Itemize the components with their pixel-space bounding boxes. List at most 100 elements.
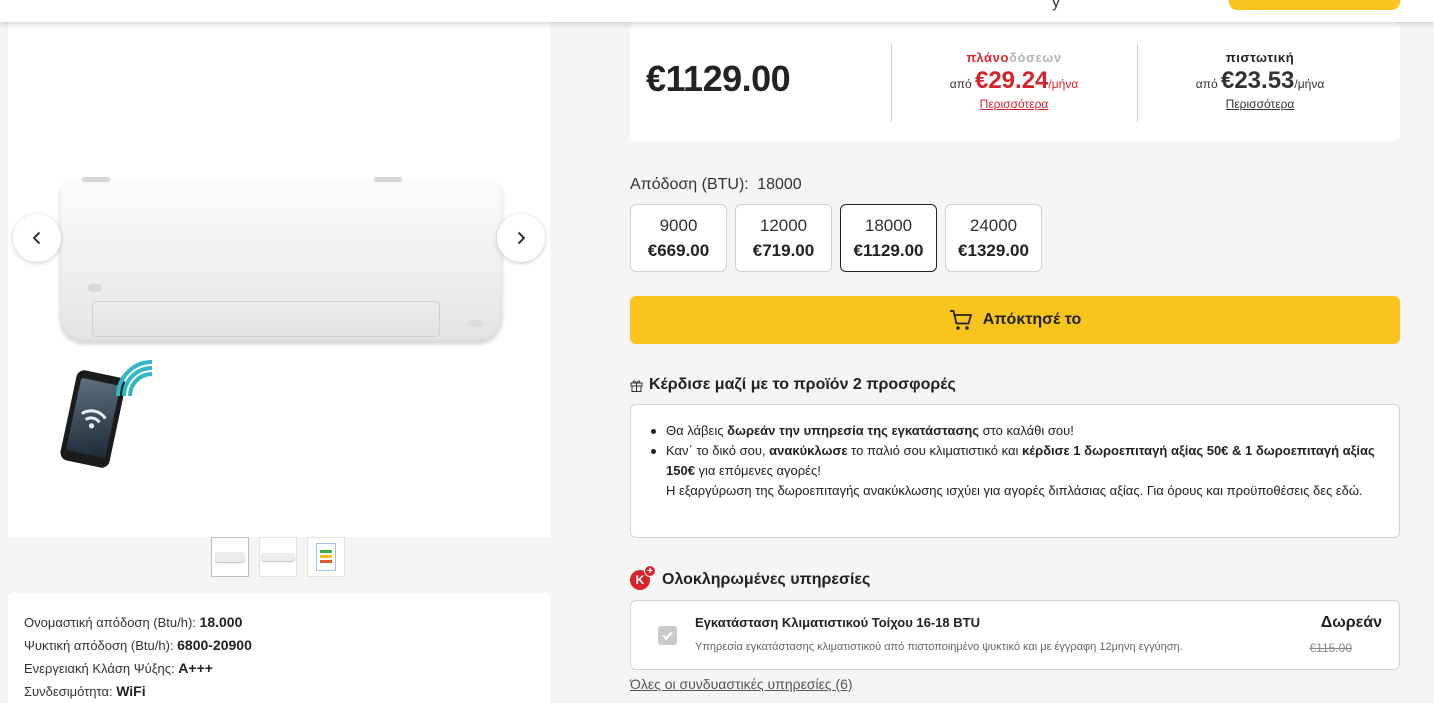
header-action-button[interactable] bbox=[1229, 0, 1400, 10]
btu-selector-label: Απόδοση (BTU): 18000 bbox=[630, 176, 802, 194]
variant-option-9000[interactable]: 9000 €669.00 bbox=[630, 204, 727, 272]
thumbnail-2[interactable] bbox=[259, 537, 297, 577]
ac-led bbox=[468, 320, 484, 327]
product-image bbox=[60, 177, 502, 342]
variant-option-18000[interactable]: 18000 €1129.00 bbox=[840, 204, 937, 272]
offer-bold-text: δωρεάν την υπηρεσία της εγκατάστασης bbox=[727, 423, 980, 438]
credit-card-title: πιστωτική bbox=[1225, 50, 1295, 65]
kotsovolos-plus-badge: K + bbox=[630, 565, 656, 590]
per-month-label: /μήνα bbox=[1294, 77, 1325, 91]
variant-btu: 24000 bbox=[969, 216, 1018, 235]
top-bar: y bbox=[0, 0, 1434, 22]
btu-label-text: Απόδοση (BTU): bbox=[630, 176, 749, 193]
price-box: €1129.00 πλάνοδόσεων από €29.24/μήνα Περ… bbox=[630, 22, 1400, 141]
badge-letter: K bbox=[635, 573, 645, 587]
thumbnail-energy-label bbox=[316, 543, 336, 571]
chevron-left-icon bbox=[32, 231, 41, 245]
divider bbox=[891, 44, 892, 122]
variant-btu: 12000 bbox=[759, 216, 808, 235]
ac-clip bbox=[374, 177, 402, 182]
credit-card-plan: πιστωτική από €23.53/μήνα Περισσότερα bbox=[1160, 50, 1360, 113]
wifi-icon bbox=[81, 409, 107, 429]
variant-price: €669.00 bbox=[647, 241, 710, 260]
offers-box: Θα λάβεις δωρεάν την υπηρεσία της εγκατά… bbox=[630, 404, 1400, 538]
spec-value: 6800-20900 bbox=[177, 637, 252, 653]
wifi-signal-icon bbox=[116, 360, 153, 397]
thumbnail-strip bbox=[211, 537, 345, 577]
spec-label: Ονομαστική απόδοση (Btu/h): bbox=[24, 615, 200, 630]
plano-amount: €29.24 bbox=[974, 67, 1049, 94]
credit-amount: €23.53 bbox=[1220, 67, 1295, 94]
thumbnail-ac-image bbox=[215, 552, 245, 562]
spec-row: Ενεργειακή Κλάση Ψύξης: A+++ bbox=[24, 657, 534, 680]
ac-vent bbox=[92, 301, 440, 337]
thumbnail-ac-image bbox=[261, 553, 295, 561]
spec-value: A+++ bbox=[178, 660, 213, 676]
credit-card-more-link[interactable]: Περισσότερα bbox=[1226, 97, 1295, 111]
from-label: από bbox=[949, 77, 975, 91]
spec-list: Ονομαστική απόδοση (Btu/h): 18.000 Ψυκτι… bbox=[8, 593, 550, 703]
variant-btu: 18000 bbox=[864, 216, 913, 235]
service-checkbox[interactable] bbox=[658, 626, 677, 645]
spec-label: Συνδεσιμότητα: bbox=[24, 684, 117, 699]
offer-text: Θα λάβεις bbox=[666, 423, 728, 438]
installment-plan-title: πλάνοδόσεων bbox=[914, 50, 1114, 65]
offer-text: το παλιό σου κλιματιστικό και bbox=[847, 443, 1022, 458]
checkmark-icon bbox=[662, 631, 673, 641]
spec-value: WiFi bbox=[116, 683, 146, 699]
chevron-right-icon bbox=[517, 231, 526, 245]
btu-variants: 9000 €669.00 12000 €719.00 18000 €1129.0… bbox=[630, 204, 1042, 272]
credit-card-amount: από €23.53/μήνα bbox=[1160, 67, 1360, 95]
offer-item: Καν΄ το δικό σου, ανακύκλωσε το παλιό σο… bbox=[651, 441, 1379, 481]
gallery-prev-button[interactable] bbox=[13, 214, 61, 262]
gift-icon bbox=[630, 380, 643, 392]
service-price: Δωρεάν bbox=[1320, 614, 1382, 631]
thumbnail-1[interactable] bbox=[211, 537, 249, 577]
product-gallery bbox=[8, 22, 550, 537]
badge-plus: + bbox=[644, 565, 656, 577]
variant-btu: 9000 bbox=[659, 216, 698, 235]
service-old-price: €115.00 bbox=[1309, 641, 1353, 655]
variant-option-12000[interactable]: 12000 €719.00 bbox=[735, 204, 832, 272]
divider bbox=[1137, 44, 1138, 122]
all-services-link[interactable]: Όλες οι συνδυαστικές υπηρεσίες (6) bbox=[630, 676, 853, 692]
header-fragment: y bbox=[1052, 0, 1060, 11]
add-to-cart-button[interactable]: Απόκτησέ το bbox=[630, 296, 1400, 344]
offer-text: στο καλάθι σου! bbox=[979, 423, 1074, 438]
spec-row: Ονομαστική απόδοση (Btu/h): 18.000 bbox=[24, 611, 534, 634]
offers-title-text: Κέρδισε μαζί με το προϊόν 2 προσφορές bbox=[649, 376, 956, 393]
main-price: €1129.00 bbox=[646, 58, 791, 99]
spec-label: Ψυκτική απόδοση (Btu/h): bbox=[24, 638, 178, 653]
offers-list: Θα λάβεις δωρεάν την υπηρεσία της εγκατά… bbox=[651, 421, 1379, 501]
offer-bold-text: ανακύκλωσε bbox=[769, 443, 848, 458]
offer-item: Θα λάβεις δωρεάν την υπηρεσία της εγκατά… bbox=[651, 421, 1379, 441]
thumbnail-3[interactable] bbox=[307, 537, 345, 577]
services-title: K + Ολοκληρωμένες υπηρεσίες bbox=[630, 565, 871, 590]
service-item[interactable]: Εγκατάσταση Κλιματιστικού Τοίχου 16-18 B… bbox=[630, 600, 1400, 670]
offer-text: για επόμενες αγορές! bbox=[694, 463, 821, 478]
services-title-text: Ολοκληρωμένες υπηρεσίες bbox=[662, 571, 871, 588]
ac-logo bbox=[88, 284, 102, 292]
offers-title: Κέρδισε μαζί με το προϊόν 2 προσφορές bbox=[630, 376, 956, 394]
plano-red-text: πλάνο bbox=[966, 50, 1009, 65]
installment-plan-amount: από €29.24/μήνα bbox=[914, 67, 1114, 95]
variant-option-24000[interactable]: 24000 €1329.00 bbox=[945, 204, 1042, 272]
add-to-cart-label: Απόκτησέ το bbox=[982, 311, 1082, 328]
btu-selected-value: 18000 bbox=[757, 176, 802, 193]
per-month-label: /μήνα bbox=[1048, 77, 1079, 91]
variant-price: €1129.00 bbox=[853, 241, 924, 260]
gallery-next-button[interactable] bbox=[497, 214, 545, 262]
variant-price: €719.00 bbox=[752, 241, 815, 260]
spec-value: 18.000 bbox=[199, 614, 243, 630]
installment-plan: πλάνοδόσεων από €29.24/μήνα Περισσότερα bbox=[914, 50, 1114, 113]
cart-icon bbox=[949, 310, 972, 330]
service-name: Εγκατάσταση Κλιματιστικού Τοίχου 16-18 B… bbox=[695, 615, 980, 630]
offer-note[interactable]: Η εξαργύρωση της δωροεπιταγής ανακύκλωση… bbox=[666, 481, 1379, 501]
plano-grey-text: δόσεων bbox=[1009, 50, 1062, 65]
variant-price: €1329.00 bbox=[958, 241, 1029, 260]
service-description: Υπηρεσία εγκατάστασης κλιματιστικού από … bbox=[695, 641, 1183, 653]
installment-plan-more-link[interactable]: Περισσότερα bbox=[980, 97, 1049, 111]
spec-row: Συνδεσιμότητα: WiFi bbox=[24, 680, 534, 703]
spec-row: Ψυκτική απόδοση (Btu/h): 6800-20900 bbox=[24, 634, 534, 657]
offer-text: Καν΄ το δικό σου, bbox=[666, 443, 770, 458]
